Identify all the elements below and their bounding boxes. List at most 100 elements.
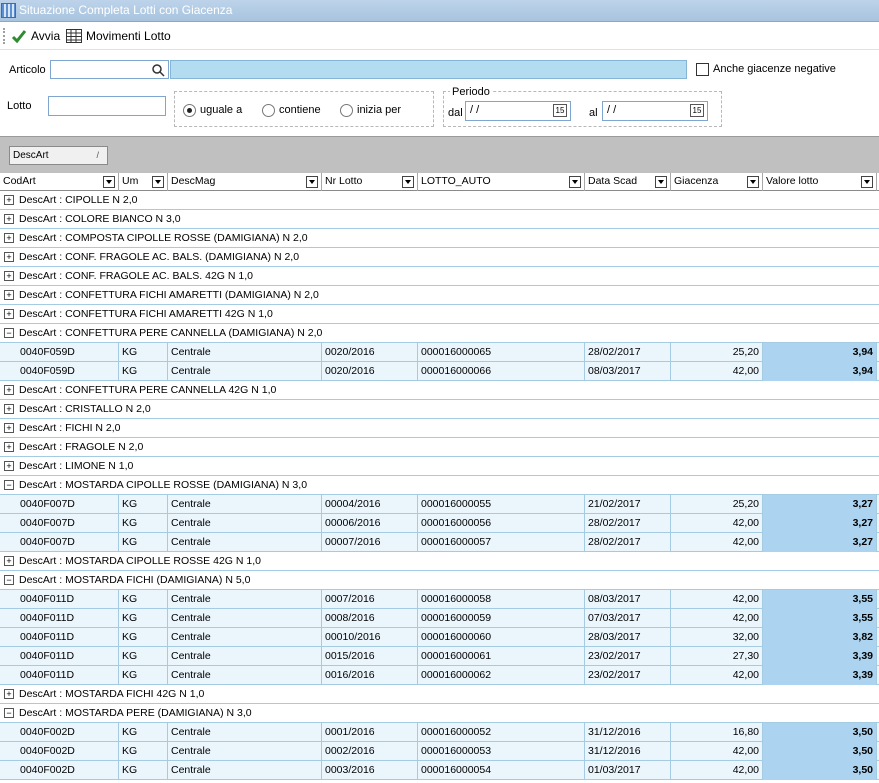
expand-icon[interactable]: + — [4, 252, 14, 262]
radio-inizia[interactable] — [340, 104, 353, 117]
column-header-lotto_auto[interactable]: LOTTO_AUTO — [418, 173, 585, 191]
radio-contiene[interactable] — [262, 104, 275, 117]
movements-button[interactable]: Movimenti Lotto — [66, 27, 171, 45]
table-row[interactable]: 0040F011D KG Centrale 0015/2016 000016000061… — [0, 647, 879, 666]
expand-icon[interactable]: + — [4, 556, 14, 566]
table-row[interactable]: 0040F011D KG Centrale 0008/2016 000016000059… — [0, 609, 879, 628]
group-row[interactable]: + DescArt : FICHI N 2,0 — [0, 419, 879, 438]
group-row[interactable]: + DescArt : CONF. FRAGOLE AC. BALS. 42G N… — [0, 267, 879, 286]
group-by-chip-label: DescArt — [13, 150, 49, 161]
collapse-icon[interactable]: − — [4, 575, 14, 585]
al-date-input[interactable]: / / 15 — [602, 101, 708, 121]
dal-calendar-icon[interactable]: 15 — [553, 104, 567, 117]
filter-dropdown-icon[interactable] — [402, 176, 414, 188]
column-header-valore[interactable]: Valore lotto — [763, 173, 877, 191]
expand-icon[interactable]: + — [4, 214, 14, 224]
collapse-icon[interactable]: − — [4, 708, 14, 718]
collapse-icon[interactable]: − — [4, 480, 14, 490]
expand-icon[interactable]: + — [4, 461, 14, 471]
radio-contiene-label: contiene — [279, 104, 321, 116]
expand-icon[interactable]: + — [4, 290, 14, 300]
group-row[interactable]: − DescArt : MOSTARDA PERE (DAMIGIANA) N 3… — [0, 704, 879, 723]
search-icon — [152, 64, 165, 77]
group-row[interactable]: + DescArt : COMPOSTA CIPOLLE ROSSE (DAMIG… — [0, 229, 879, 248]
column-header-datascad[interactable]: Data Scad — [585, 173, 671, 191]
expand-icon[interactable]: + — [4, 404, 14, 414]
table-row[interactable]: 0040F002D KG Centrale 0002/2016 000016000053… — [0, 742, 879, 761]
dal-date-value: / / — [470, 104, 480, 116]
group-row[interactable]: + DescArt : FRAGOLE N 2,0 — [0, 438, 879, 457]
expand-icon[interactable]: + — [4, 309, 14, 319]
expand-icon[interactable]: + — [4, 233, 14, 243]
expand-icon[interactable]: + — [4, 423, 14, 433]
group-row-label: DescArt : MOSTARDA PERE (DAMIGIANA) N 3,… — [19, 707, 252, 719]
group-row-label: DescArt : CONFETTURA PERE CANNELLA (DAMI… — [19, 327, 323, 339]
group-row-label: DescArt : COMPOSTA CIPOLLE ROSSE (DAMIGI… — [19, 232, 308, 244]
cell-giacenza: 32,00 — [671, 628, 763, 647]
group-row[interactable]: − DescArt : MOSTARDA FICHI (DAMIGIANA) N … — [0, 571, 879, 590]
group-row[interactable]: + DescArt : COLORE BIANCO N 3,0 — [0, 210, 879, 229]
articolo-search-button[interactable] — [149, 61, 167, 79]
expand-icon[interactable]: + — [4, 195, 14, 205]
group-row[interactable]: − DescArt : MOSTARDA CIPOLLE ROSSE (DAMIG… — [0, 476, 879, 495]
column-header-descmag[interactable]: DescMag — [168, 173, 322, 191]
toolbar-grip[interactable] — [3, 28, 5, 44]
group-row-label: DescArt : CONFETTURA FICHI AMARETTI (DAM… — [19, 289, 319, 301]
table-row[interactable]: 0040F011D KG Centrale 0007/2016 000016000058… — [0, 590, 879, 609]
filter-dropdown-icon[interactable] — [655, 176, 667, 188]
group-row[interactable]: + DescArt : MOSTARDA CIPOLLE ROSSE 42G N … — [0, 552, 879, 571]
filter-dropdown-icon[interactable] — [103, 176, 115, 188]
group-row[interactable]: + DescArt : MOSTARDA FICHI 42G N 1,0 — [0, 685, 879, 704]
radio-uguale[interactable] — [183, 104, 196, 117]
table-row[interactable]: 0040F011D KG Centrale 00010/2016 00001600006… — [0, 628, 879, 647]
cell-descmag: Centrale — [168, 533, 322, 552]
table-row[interactable]: 0040F059D KG Centrale 0020/2016 000016000066… — [0, 362, 879, 381]
group-row[interactable]: + DescArt : CONFETTURA PERE CANNELLA 42G … — [0, 381, 879, 400]
filter-dropdown-icon[interactable] — [569, 176, 581, 188]
cell-datascad: 28/02/2017 — [585, 343, 671, 362]
table-row[interactable]: 0040F007D KG Centrale 00006/2016 00001600005… — [0, 514, 879, 533]
expand-icon[interactable]: + — [4, 271, 14, 281]
cell-valore: 3,39 — [763, 666, 877, 685]
cell-lotto_auto: 000016000058 — [418, 590, 585, 609]
expand-icon[interactable]: + — [4, 689, 14, 699]
cell-giacenza: 42,00 — [671, 742, 763, 761]
lotto-input[interactable] — [48, 96, 166, 116]
filter-dropdown-icon[interactable] — [306, 176, 318, 188]
table-row[interactable]: 0040F059D KG Centrale 0020/2016 000016000065… — [0, 343, 879, 362]
table-row[interactable]: 0040F002D KG Centrale 0003/2016 000016000054… — [0, 761, 879, 780]
anche-negative-checkbox[interactable] — [696, 63, 709, 76]
table-row[interactable]: 0040F002D KG Centrale 0001/2016 000016000052… — [0, 723, 879, 742]
group-row[interactable]: + DescArt : CONFETTURA FICHI AMARETTI 42G… — [0, 305, 879, 324]
group-by-chip[interactable]: DescArt / — [9, 146, 108, 165]
column-header-nrlotto[interactable]: Nr Lotto — [322, 173, 418, 191]
cell-datascad: 21/02/2017 — [585, 495, 671, 514]
al-calendar-icon[interactable]: 15 — [690, 104, 704, 117]
expand-icon[interactable]: + — [4, 385, 14, 395]
group-row[interactable]: − DescArt : CONFETTURA PERE CANNELLA (DAM… — [0, 324, 879, 343]
filter-dropdown-icon[interactable] — [861, 176, 873, 188]
column-header-giacenza[interactable]: Giacenza — [671, 173, 763, 191]
filter-dropdown-icon[interactable] — [152, 176, 164, 188]
column-header-um[interactable]: Um — [119, 173, 168, 191]
run-button[interactable]: Avvia — [11, 27, 60, 45]
table-row[interactable]: 0040F007D KG Centrale 00004/2016 00001600005… — [0, 495, 879, 514]
group-row-label: DescArt : CONF. FRAGOLE AC. BALS. 42G N … — [19, 270, 253, 282]
table-row[interactable]: 0040F011D KG Centrale 0016/2016 000016000062… — [0, 666, 879, 685]
group-row[interactable]: + DescArt : LIMONE N 1,0 — [0, 457, 879, 476]
column-header-label: Nr Lotto — [325, 175, 363, 187]
collapse-icon[interactable]: − — [4, 328, 14, 338]
group-row[interactable]: + DescArt : CONF. FRAGOLE AC. BALS. (DAMI… — [0, 248, 879, 267]
column-header-codart[interactable]: CodArt — [0, 173, 119, 191]
cell-valore: 3,94 — [763, 343, 877, 362]
group-row[interactable]: + DescArt : CRISTALLO N 2,0 — [0, 400, 879, 419]
group-row[interactable]: + DescArt : CONFETTURA FICHI AMARETTI (DA… — [0, 286, 879, 305]
filter-dropdown-icon[interactable] — [747, 176, 759, 188]
group-row[interactable]: + DescArt : CIPOLLE N 2,0 — [0, 191, 879, 210]
expand-icon[interactable]: + — [4, 442, 14, 452]
table-row[interactable]: 0040F007D KG Centrale 00007/2016 00001600005… — [0, 533, 879, 552]
cell-nrlotto: 00004/2016 — [322, 495, 418, 514]
cell-nrlotto: 0002/2016 — [322, 742, 418, 761]
cell-giacenza: 25,20 — [671, 495, 763, 514]
dal-date-input[interactable]: / / 15 — [465, 101, 571, 121]
